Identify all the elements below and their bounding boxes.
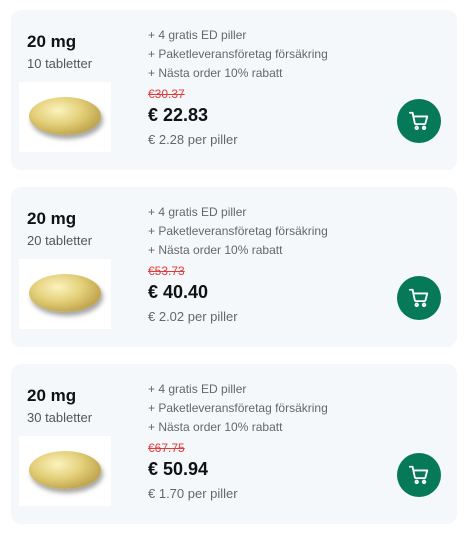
product-card: 20 mg 20 tabletter 4 gratis ED piller Pa… bbox=[11, 187, 457, 347]
product-quantity: 20 tabletter bbox=[27, 233, 93, 248]
unit-price: € 1.70 per piller bbox=[148, 486, 238, 501]
product-dose: 20 mg bbox=[27, 32, 77, 51]
product-quantity: 10 tabletter bbox=[27, 56, 93, 71]
product-image bbox=[19, 82, 111, 152]
benefit-item: 4 gratis ED piller bbox=[148, 26, 328, 45]
benefit-item: 4 gratis ED piller bbox=[148, 380, 328, 399]
current-price: € 50.94 bbox=[148, 459, 209, 479]
benefits-list: 4 gratis ED piller Paketleveransföretag … bbox=[148, 380, 328, 437]
product-card: 20 mg 30 tabletter 4 gratis ED piller Pa… bbox=[11, 364, 457, 524]
shopping-cart-icon bbox=[408, 111, 429, 131]
product-dose: 20 mg bbox=[27, 209, 77, 228]
benefit-item: Paketleveransföretag försäkring bbox=[148, 399, 327, 418]
pill-icon bbox=[29, 97, 101, 135]
add-to-cart-button[interactable] bbox=[397, 276, 441, 320]
product-card: 20 mg 10 tabletter 4 gratis ED piller Pa… bbox=[11, 10, 457, 170]
old-price: €67.75 bbox=[148, 441, 185, 455]
benefit-item: Paketleveransföretag försäkring bbox=[148, 222, 327, 241]
add-to-cart-button[interactable] bbox=[397, 99, 441, 143]
current-price: € 22.83 bbox=[148, 105, 209, 125]
product-image bbox=[19, 259, 111, 329]
benefit-item: Paketleveransföretag försäkring bbox=[148, 45, 327, 64]
benefit-item: Nästa order 10% rabatt bbox=[148, 241, 328, 260]
unit-price: € 2.02 per piller bbox=[148, 309, 238, 324]
add-to-cart-button[interactable] bbox=[397, 453, 441, 497]
current-price: € 40.40 bbox=[148, 282, 209, 302]
product-quantity: 30 tabletter bbox=[27, 410, 93, 425]
product-image bbox=[19, 436, 111, 506]
shopping-cart-icon bbox=[408, 288, 429, 308]
benefits-list: 4 gratis ED piller Paketleveransföretag … bbox=[148, 26, 328, 83]
old-price: €53.73 bbox=[148, 264, 185, 278]
benefit-item: Nästa order 10% rabatt bbox=[148, 64, 328, 83]
unit-price: € 2.28 per piller bbox=[148, 132, 238, 147]
pill-icon bbox=[29, 451, 101, 489]
old-price: €30.37 bbox=[148, 87, 185, 101]
benefit-item: Nästa order 10% rabatt bbox=[148, 418, 328, 437]
pill-icon bbox=[29, 274, 101, 312]
benefit-item: 4 gratis ED piller bbox=[148, 203, 328, 222]
shopping-cart-icon bbox=[408, 465, 429, 485]
product-list: 20 mg 10 tabletter 4 gratis ED piller Pa… bbox=[0, 0, 466, 533]
benefits-list: 4 gratis ED piller Paketleveransföretag … bbox=[148, 203, 328, 260]
product-dose: 20 mg bbox=[27, 386, 77, 405]
